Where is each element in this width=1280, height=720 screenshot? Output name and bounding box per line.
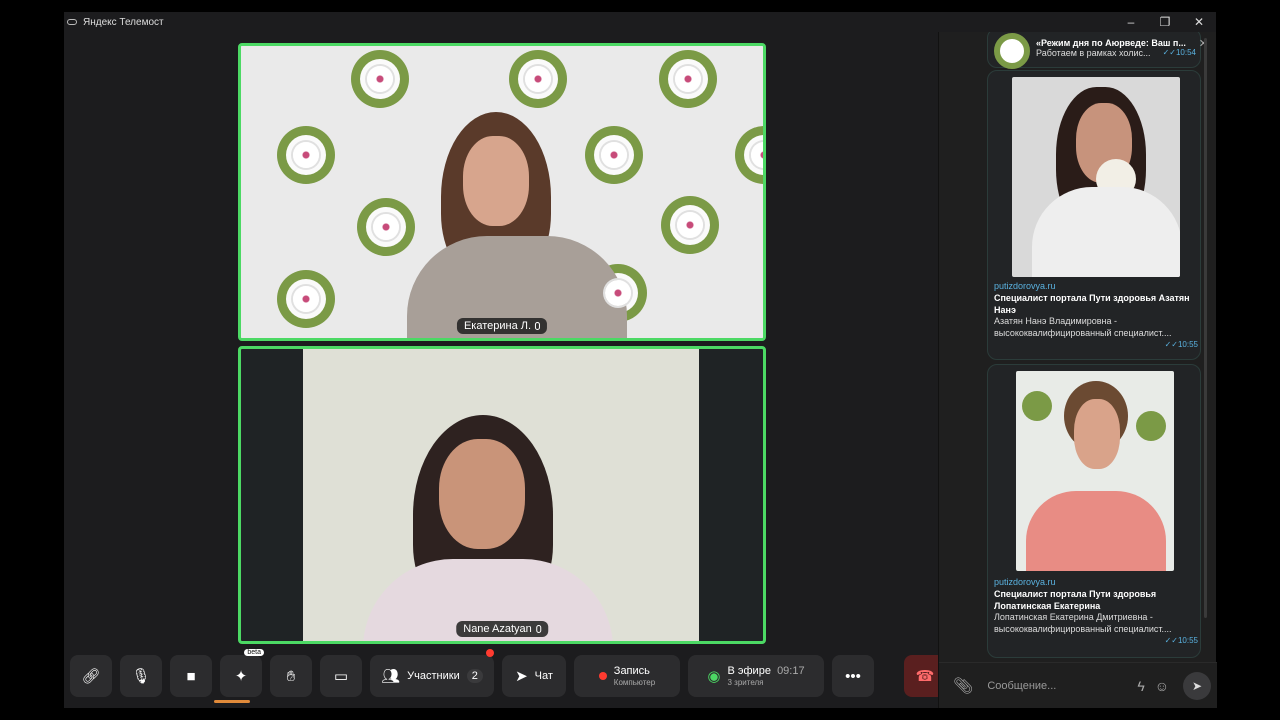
participant-name-tag: Nane Azatyan <box>456 621 548 637</box>
channel-avatar <box>994 33 1030 69</box>
chat-message[interactable]: putizdorovya.ru Специалист портала Пути … <box>987 364 1201 658</box>
brand-logo-icon <box>735 126 763 184</box>
chat-message[interactable]: «Режим дня по Аюрведе: Ваш п... Работаем… <box>987 32 1208 69</box>
phone-hangup-icon: ☎︎ <box>915 667 935 685</box>
camera-button[interactable]: ■ <box>170 655 212 697</box>
chat-input-bar: 📎︎ Сообщение... ϟ ☺ ➤ <box>939 662 1217 708</box>
participant-tile-2[interactable]: Nane Azatyan <box>238 346 766 644</box>
message-text: Работаем в рамках холис... <box>1036 48 1151 58</box>
copy-link-button[interactable]: 🔗︎ <box>70 655 112 697</box>
brand-logo-icon <box>661 196 719 254</box>
chat-panel: «Режим дня по Аюрведе: Ваш п... Работаем… <box>938 32 1217 708</box>
video-feed <box>303 349 699 641</box>
video-feed <box>241 46 763 338</box>
message-photo[interactable] <box>1016 371 1174 571</box>
video-stage: Екатерина Л. Nane Azatyan 🔗︎ 🎙︎ ■ ✦ beta… <box>64 32 946 708</box>
message-link[interactable]: putizdorovya.ru <box>994 281 1198 291</box>
attach-icon[interactable]: 📎︎ <box>953 676 973 696</box>
broadcast-icon: ◉ <box>707 667 721 685</box>
ai-assistant-button[interactable]: ✦ beta <box>220 649 264 697</box>
maximize-button[interactable]: ❐ <box>1148 12 1182 32</box>
beta-badge: beta <box>244 649 264 656</box>
record-sub: Компьютер <box>613 677 656 687</box>
title-bar: Яндекс Телемост – ❐ ✕ <box>64 12 1216 32</box>
call-toolbar: 🔗︎ 🎙︎ ■ ✦ beta ✋︎ ▭ 👥︎ Участники 2 ➤ Чат… <box>70 649 946 697</box>
message-time: ✓✓10:55 <box>1164 339 1198 349</box>
camera-icon: ■ <box>186 667 196 685</box>
message-title: Специалист портала Пути здоровья Лопатин… <box>994 589 1157 611</box>
send-button[interactable]: ➤ <box>1183 671 1212 700</box>
message-title: Специалист портала Пути здоровья Азатян … <box>994 293 1190 315</box>
hand-icon: ✋︎ <box>286 667 296 685</box>
screen-share-button[interactable]: ▭ <box>320 655 362 697</box>
participant-video-person <box>407 106 627 338</box>
participants-count: 2 <box>466 669 483 683</box>
microphone-button[interactable]: 🎙︎ <box>120 655 162 697</box>
lightning-icon[interactable]: ϟ <box>1137 678 1144 694</box>
participant-name: Екатерина Л. <box>463 320 532 332</box>
close-window-button[interactable]: ✕ <box>1182 12 1216 32</box>
participants-button[interactable]: 👥︎ Участники 2 <box>370 649 494 697</box>
more-options-button[interactable]: ••• <box>832 655 874 697</box>
minimize-button[interactable]: – <box>1114 12 1148 32</box>
notification-dot <box>486 649 494 657</box>
mic-icon <box>535 625 541 633</box>
brand-logo-icon <box>277 126 335 184</box>
more-icon: ••• <box>845 667 861 685</box>
brand-logo-icon <box>509 50 567 108</box>
chat-message-list[interactable]: «Режим дня по Аюрведе: Ваш п... Работаем… <box>939 32 1209 662</box>
link-icon: 🔗︎ <box>81 667 101 685</box>
chat-label: Чат <box>534 670 553 682</box>
participant-name-tag: Екатерина Л. <box>456 318 548 334</box>
participant-name: Nane Azatyan <box>463 623 532 635</box>
message-photo[interactable] <box>1012 77 1180 277</box>
message-text: Азатян Нанэ Владимировна - высококвалифи… <box>994 316 1172 339</box>
record-dot-icon <box>598 672 607 680</box>
message-input[interactable]: Сообщение... <box>987 680 1127 692</box>
app-title: Яндекс Телемост <box>83 16 164 28</box>
record-label: Запись <box>613 664 650 677</box>
live-label: В эфире <box>727 664 771 677</box>
chat-scrollbar[interactable] <box>1204 38 1207 618</box>
participants-label: Участники <box>407 670 460 682</box>
sparkle-icon: ✦ <box>234 667 248 685</box>
live-timer: 09:17 <box>777 664 805 677</box>
message-time: ✓✓10:55 <box>1164 635 1198 645</box>
microphone-icon: 🎙︎ <box>131 667 151 685</box>
message-text: Лопатинская Екатерина Дмитриевна - высок… <box>994 612 1172 635</box>
chat-message[interactable]: putizdorovya.ru Специалист портала Пути … <box>987 70 1201 360</box>
participant-tile-1[interactable]: Екатерина Л. <box>238 43 766 341</box>
mic-icon <box>535 322 541 330</box>
viewer-count: 3 зрителя <box>727 677 764 687</box>
send-arrow-icon: ➤ <box>515 667 528 685</box>
message-time: ✓✓10:54 <box>1162 48 1196 57</box>
chat-button[interactable]: ➤ Чат <box>502 655 566 697</box>
live-broadcast-button[interactable]: ◉ В эфире 09:17 3 зрителя <box>688 655 824 697</box>
screen-share-icon: ▭ <box>333 667 349 685</box>
app-logo-icon <box>67 19 77 25</box>
emoji-icon[interactable]: ☺ <box>1155 678 1169 694</box>
raise-hand-button[interactable]: ✋︎ <box>270 655 312 697</box>
brand-logo-icon <box>351 50 409 108</box>
message-link[interactable]: putizdorovya.ru <box>994 577 1198 587</box>
brand-logo-icon <box>659 50 717 108</box>
message-title: «Режим дня по Аюрведе: Ваш п... <box>1036 38 1186 48</box>
people-icon: 👥︎ <box>381 667 401 685</box>
brand-logo-icon <box>277 270 335 328</box>
active-indicator <box>214 700 250 703</box>
record-button[interactable]: Запись Компьютер <box>574 655 680 697</box>
telemost-window: Яндекс Телемост – ❐ ✕ Екатерина Л. Nane … <box>64 12 1217 708</box>
